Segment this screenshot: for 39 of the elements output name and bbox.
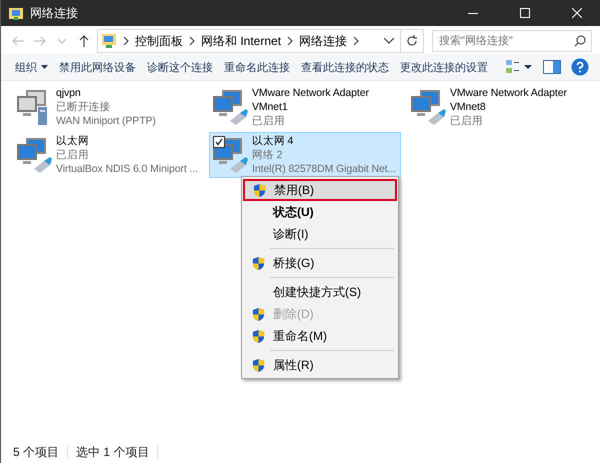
toolbar-button[interactable]: 诊断这个连接 [143,56,217,78]
connection-item[interactable]: 以太网 已启用 VirtualBox NDIS 6.0 Miniport ... [13,132,205,178]
connection-status: 已断开连接 [56,100,112,114]
menu-item[interactable]: 禁用(B) [243,179,397,201]
toolbar-button[interactable]: 组织 [9,56,52,78]
connection-name: VMware Network Adapter VMnet8 [450,86,567,114]
connection-name: VMware Network Adapter VMnet1 [252,86,369,114]
breadcrumb-item[interactable]: 控制面板 [135,32,183,50]
menu-item[interactable]: 属性(R) [242,354,398,376]
menu-item[interactable]: 状态(U) [242,201,398,223]
connection-status: 已启用 [450,114,484,128]
toolbar-button[interactable]: 禁用此网络设备 [55,56,140,78]
connection-item[interactable]: VMware Network Adapter VMnet1 已启用 [209,84,401,130]
connection-item[interactable]: VMware Network Adapter VMnet8 已启用 [407,84,599,130]
breadcrumb-item[interactable]: 网络和 Internet [201,32,282,50]
toolbar-button[interactable]: 查看此连接的状态 [297,56,393,78]
menu-item[interactable]: 诊断(I) [242,223,398,245]
device-name: VirtualBox NDIS 6.0 Miniport ... [56,162,198,176]
toolbar-button[interactable]: 更改此连接的设置 [396,56,492,78]
connection-name: 以太网 [56,134,90,148]
menu-item[interactable]: 创建快捷方式(S) [242,281,398,303]
connection-status: 已启用 [252,114,286,128]
item-count: 5 个项目 [13,444,60,460]
connection-name: qjvpn [56,86,82,100]
breadcrumb-item[interactable]: 网络连接 [299,32,348,50]
address-bar[interactable]: 控制面板 网络和 Internet 网络连接 [97,29,424,53]
toolbar-button[interactable]: 重命名此连接 [220,56,294,78]
window-title: 网络连接 [30,4,79,22]
menu-item[interactable]: 重命名(M) [242,325,398,347]
connection-item[interactable]: qjvpn 已断开连接 WAN Miniport (PPTP) [13,84,205,130]
device-name: WAN Miniport (PPTP) [56,114,156,128]
connection-item[interactable]: 以太网 4 网络 2 Intel(R) 82578DM Gigabit Net... [209,132,401,178]
connection-name: 以太网 4 [252,134,294,148]
connection-status: 网络 2 [252,148,284,162]
connection-status: 已启用 [56,148,90,162]
menu-item[interactable]: 桥接(G) [242,252,398,274]
selection-count: 选中 1 个项目 [76,444,150,460]
device-name: Intel(R) 82578DM Gigabit Net... [252,162,396,176]
search-field[interactable]: 搜索"网络连接" [432,30,592,52]
